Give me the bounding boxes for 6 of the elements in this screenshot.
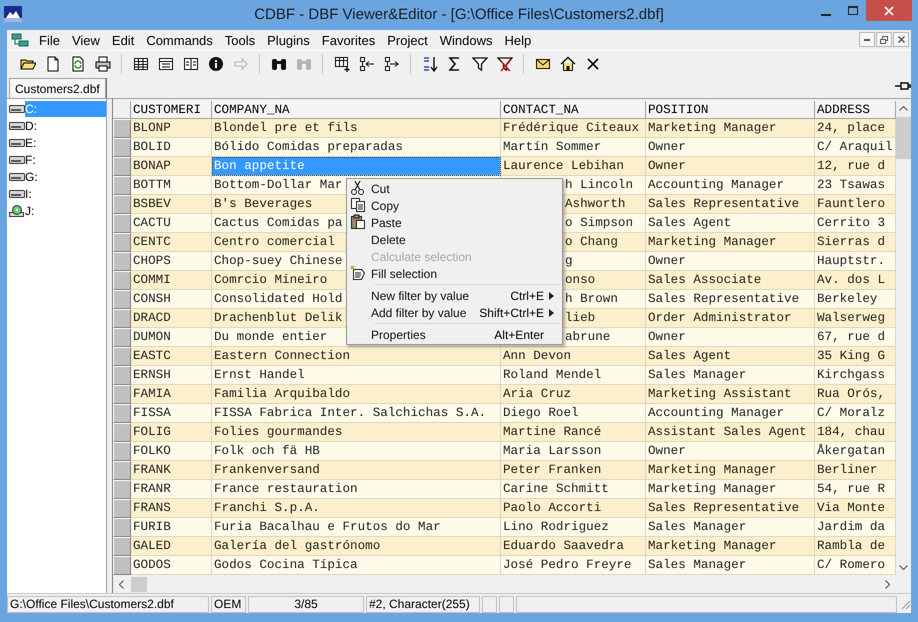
status-encoding: OEM [211, 596, 246, 612]
status-record: 3/85 [248, 596, 364, 612]
window-title: CDBF - DBF Viewer&Editor - [G:\Office Files\Customers2.dbf] [254, 4, 664, 25]
status-path: G:\Office Files\Customers2.dbf [7, 596, 209, 612]
shortcut-label: Ctrl+E [510, 288, 544, 304]
status-field: #2, Character(255) [366, 596, 480, 612]
